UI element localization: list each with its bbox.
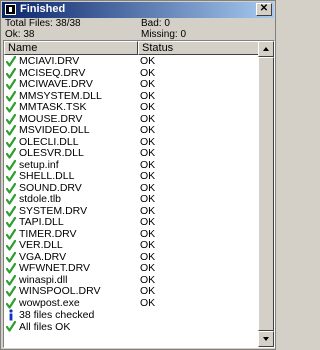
file-status: OK (140, 101, 156, 113)
summary-row[interactable]: 38 files checked (4, 309, 259, 321)
file-name: MMTASK.TSK (19, 101, 87, 113)
check-icon (5, 67, 17, 79)
file-status: OK (140, 285, 156, 297)
finished-window: Finished ✕ Total Files: 38/38 Ok: 38 Bad… (0, 0, 276, 350)
check-icon (5, 320, 17, 332)
file-name: SHELL.DLL (19, 170, 75, 182)
file-name: MSVIDEO.DLL (19, 124, 90, 136)
file-status: OK (140, 78, 156, 90)
file-status: OK (140, 170, 156, 182)
table-row[interactable]: MCIWAVE.DRV OK (4, 78, 259, 91)
check-icon (5, 297, 17, 309)
scroll-thumb[interactable] (258, 57, 274, 331)
table-row[interactable]: WFWNET.DRV OK (4, 262, 259, 275)
file-name: WFWNET.DRV (19, 262, 90, 274)
check-icon (5, 170, 17, 182)
list-header: Name Status (4, 41, 259, 55)
check-icon (5, 101, 17, 113)
scroll-down-button[interactable] (258, 331, 274, 347)
window-title: Finished (20, 3, 66, 15)
file-status: OK (140, 193, 156, 205)
file-name: TAPI.DLL (19, 216, 64, 228)
table-row[interactable]: MCIAVI.DRV OK (4, 55, 259, 68)
check-icon (5, 55, 17, 67)
check-icon (5, 113, 17, 125)
table-row[interactable]: MMTASK.TSK OK (4, 101, 259, 114)
file-name: OLESVR.DLL (19, 147, 84, 159)
file-status: OK (140, 262, 156, 274)
file-name: WINSPOOL.DRV (19, 285, 101, 297)
missing-count-label: Missing: 0 (141, 29, 187, 40)
file-status: OK (140, 296, 156, 309)
bad-count-label: Bad: 0 (141, 18, 170, 29)
table-row[interactable]: WINSPOOL.DRV OK (4, 285, 259, 298)
ok-count-label: Ok: 38 (5, 29, 35, 40)
file-status: OK (140, 147, 156, 159)
file-name: MCIWAVE.DRV (19, 78, 93, 90)
file-name: wowpost.exe (19, 296, 80, 309)
file-status: OK (140, 55, 156, 67)
check-icon (5, 78, 17, 90)
check-icon (5, 251, 17, 263)
file-status: OK (140, 239, 156, 251)
file-list[interactable]: Name Status MCIAVI.DRV OK MCISEQ.DRV OK MCIW… (3, 40, 275, 348)
check-icon (5, 124, 17, 136)
info-icon (6, 309, 15, 321)
file-status: OK (140, 124, 156, 136)
table-row[interactable]: OLESVR.DLL OK (4, 147, 259, 160)
table-row[interactable]: stdole.tlb OK (4, 193, 259, 206)
file-name: MCIAVI.DRV (19, 55, 80, 67)
table-row[interactable]: SHELL.DLL OK (4, 170, 259, 183)
file-name: stdole.tlb (19, 193, 62, 205)
stats-panel: Total Files: 38/38 Ok: 38 Bad: 0 Missing… (5, 18, 273, 40)
column-header-name[interactable]: Name (4, 41, 138, 55)
summary-text: 38 files checked (19, 309, 95, 321)
check-icon (5, 159, 17, 171)
vertical-scrollbar[interactable] (258, 41, 274, 347)
check-icon (5, 216, 17, 228)
check-icon (5, 193, 17, 205)
column-header-status[interactable]: Status (138, 41, 259, 55)
check-icon (5, 262, 17, 274)
scroll-up-button[interactable] (258, 41, 274, 57)
check-icon (5, 90, 17, 102)
summary-text: All files OK (19, 321, 71, 333)
table-row[interactable]: TAPI.DLL OK (4, 216, 259, 229)
title-bar[interactable]: Finished ✕ (2, 2, 274, 18)
check-icon (5, 205, 17, 217)
table-row[interactable]: wowpost.exe OK (4, 296, 259, 310)
check-icon (5, 285, 17, 297)
summary-row[interactable]: All files OK (4, 320, 259, 333)
file-status: OK (140, 216, 156, 228)
check-icon (5, 182, 17, 194)
check-icon (5, 136, 17, 148)
table-row[interactable]: VER.DLL OK (4, 239, 259, 252)
file-name: VER.DLL (19, 239, 63, 251)
check-icon (5, 274, 17, 286)
app-icon (5, 4, 16, 15)
check-icon (5, 147, 17, 159)
total-files-label: Total Files: 38/38 (5, 18, 81, 29)
table-row[interactable]: MSVIDEO.DLL OK (4, 124, 259, 137)
check-icon (5, 239, 17, 251)
close-button[interactable]: ✕ (256, 3, 272, 16)
list-rows: MCIAVI.DRV OK MCISEQ.DRV OK MCIWAVE.DRV OK MMS… (4, 55, 259, 333)
check-icon (5, 228, 17, 240)
